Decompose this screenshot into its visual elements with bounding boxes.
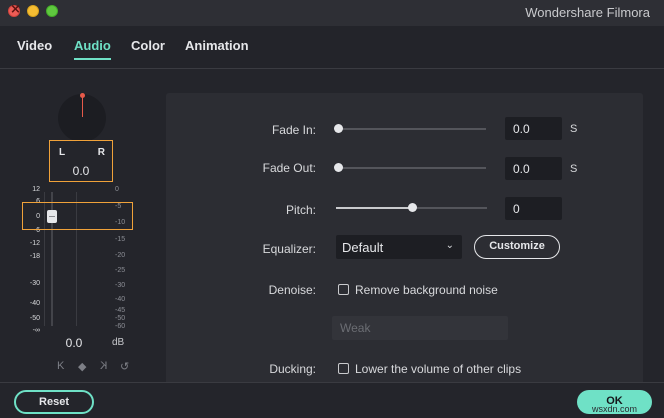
- denoise-checkbox[interactable]: [338, 284, 349, 295]
- right-scale-tick: -40: [115, 296, 126, 303]
- right-scale-tick: -30: [115, 282, 126, 289]
- equalizer-selected: Default: [342, 240, 384, 255]
- left-scale-tick: -50: [29, 315, 40, 322]
- right-scale-tick: -50: [115, 315, 126, 322]
- pitch-slider-thumb[interactable]: [407, 203, 417, 212]
- pitch-slider-fill: [336, 207, 412, 209]
- fade-out-slider-thumb[interactable]: [334, 163, 343, 172]
- fade-out-label: Fade Out:: [262, 161, 316, 175]
- volume-unit-label: dB: [112, 337, 125, 348]
- denoise-level-dropdown[interactable]: Weak: [332, 316, 508, 340]
- right-scale-tick: 0: [115, 186, 119, 193]
- ducking-checkbox[interactable]: [338, 363, 349, 374]
- tab-bar: Video Audio Color Animation: [0, 26, 664, 69]
- fade-in-slider-thumb[interactable]: [334, 124, 343, 133]
- window-title: Wondershare Filmora: [525, 5, 650, 20]
- title-bar: Wondershare Filmora: [0, 0, 664, 26]
- close-window-button[interactable]: [8, 2, 21, 17]
- fade-out-unit: S: [570, 163, 578, 175]
- ducking-label: Ducking:: [269, 362, 316, 376]
- left-scale-tick: -18: [29, 253, 40, 260]
- pan-knob-indicator: [82, 97, 83, 117]
- left-channel-label: L: [59, 147, 66, 158]
- next-keyframe-icon[interactable]: K: [100, 360, 107, 372]
- ok-button[interactable]: OK wsxdn.com: [577, 390, 652, 414]
- left-scale-tick: -30: [29, 280, 40, 287]
- equalizer-dropdown[interactable]: Default ⌄: [336, 235, 462, 259]
- left-scale-tick: -∞: [32, 327, 40, 334]
- audio-settings-content: L R 0.0 12 6 0 -6 -12 -18 -30 -40 -50 -∞…: [0, 70, 664, 393]
- tab-color[interactable]: Color: [131, 38, 165, 53]
- pan-value[interactable]: 0.0: [50, 164, 112, 178]
- fade-out-slider[interactable]: [334, 163, 486, 172]
- reset-keyframe-icon[interactable]: ↺: [120, 360, 129, 373]
- right-scale-tick: -20: [115, 252, 126, 259]
- tab-video[interactable]: Video: [17, 38, 52, 53]
- chevron-down-icon: ⌄: [445, 240, 454, 251]
- tab-audio[interactable]: Audio: [74, 38, 111, 60]
- denoise-label: Denoise:: [268, 283, 316, 297]
- pitch-input[interactable]: 0: [505, 197, 562, 220]
- minimize-window-button[interactable]: [27, 5, 39, 17]
- watermark-text: wsxdn.com: [591, 404, 637, 414]
- left-scale-tick: 12: [32, 186, 40, 193]
- previous-keyframe-icon[interactable]: K: [57, 360, 64, 372]
- add-keyframe-icon[interactable]: ◆: [78, 360, 86, 373]
- fade-in-input[interactable]: 0.0: [505, 117, 562, 140]
- right-scale-tick: -25: [115, 267, 126, 274]
- audio-settings-panel: Fade In: 0.0 S Fade Out: 0.0 S Pitch: 0 …: [166, 93, 643, 393]
- tab-animation[interactable]: Animation: [185, 38, 249, 53]
- fade-in-label: Fade In:: [271, 123, 316, 137]
- right-channel-label: R: [97, 147, 105, 158]
- pitch-slider[interactable]: [336, 203, 487, 212]
- left-scale-tick: -40: [29, 300, 40, 307]
- footer-bar: Reset OK wsxdn.com: [0, 382, 664, 418]
- customize-button[interactable]: Customize: [474, 235, 560, 259]
- reset-button[interactable]: Reset: [14, 390, 94, 414]
- pan-readout: L R 0.0: [49, 140, 113, 182]
- denoise-checkbox-label[interactable]: Remove background noise: [355, 283, 498, 297]
- ducking-checkbox-label[interactable]: Lower the volume of other clips: [355, 362, 521, 376]
- zero-level-highlight: [22, 202, 133, 230]
- pan-knob-dot: [80, 93, 85, 98]
- right-scale-tick: -45: [115, 307, 126, 314]
- fade-in-slider[interactable]: [334, 124, 486, 133]
- pitch-label: Pitch:: [285, 203, 316, 217]
- volume-value[interactable]: 0.0: [56, 336, 92, 350]
- fade-in-unit: S: [570, 123, 578, 135]
- fade-out-input[interactable]: 0.0: [505, 157, 562, 180]
- left-scale-tick: -12: [29, 240, 40, 247]
- maximize-window-button[interactable]: [46, 5, 58, 17]
- equalizer-label: Equalizer:: [262, 242, 316, 256]
- right-scale-tick: -15: [115, 236, 126, 243]
- right-scale-tick: -60: [115, 323, 126, 330]
